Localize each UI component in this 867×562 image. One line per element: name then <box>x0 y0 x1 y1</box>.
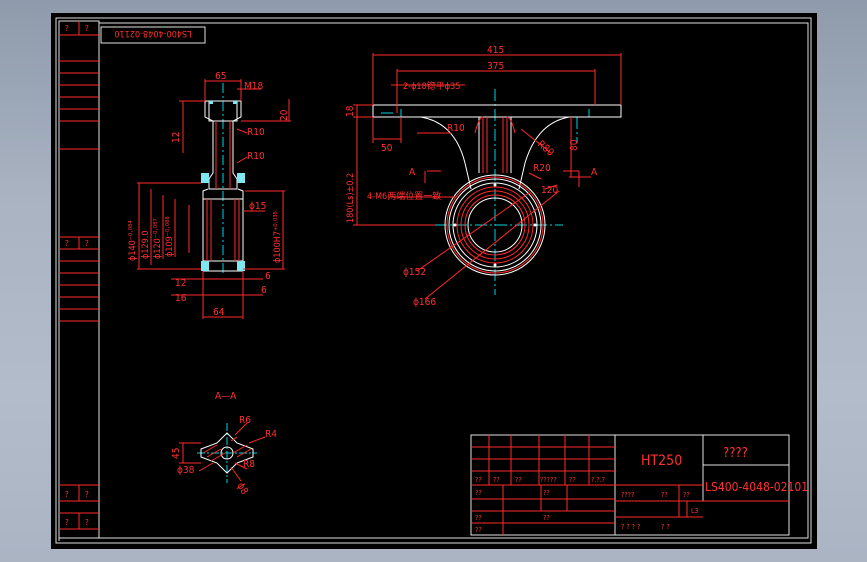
drawing-frame <box>55 17 812 544</box>
dim-12-bottom: 12 <box>175 278 186 289</box>
dim-r10-bottom: R10 <box>247 151 265 162</box>
dim-50: 50 <box>381 143 393 154</box>
part-name: ???? <box>723 446 748 461</box>
title-row-label: ?? <box>569 476 576 484</box>
dim-phi166: ϕ166 <box>413 297 436 308</box>
dim-phi100: ϕ100H7⁺⁰·⁰³⁵ <box>273 211 283 263</box>
title-row-label: ?? <box>475 476 482 484</box>
dim-r4: R4 <box>265 429 277 440</box>
front-view: 415 375 2-ϕ18锪平ϕ35 18 50 R10 R80 80 R20 … <box>345 45 622 308</box>
title-row-label: ?? <box>493 476 500 484</box>
dim-r80: R80 <box>535 139 556 159</box>
title-row-label: ????? <box>540 476 557 484</box>
dim-height: 180(Ls)±0.2 <box>346 173 356 223</box>
dim-6a: 6 <box>265 271 271 282</box>
strip-mark: ? <box>65 239 69 248</box>
dim-phi109: ϕ109⁻⁰·⁰⁸⁸ <box>165 216 175 257</box>
drawing-number-tab-text: LS400-4048-02110 <box>114 28 191 38</box>
section-label: A—A <box>215 391 237 402</box>
dim-phi152: ϕ152 <box>403 267 426 278</box>
dim-6b: 6 <box>261 285 267 296</box>
dim-65: 65 <box>215 71 226 82</box>
dim-12: 12 <box>171 132 182 143</box>
strip-mark: ? <box>85 518 89 527</box>
dim-r8: R8 <box>243 459 255 470</box>
dim-phi15: ϕ15 <box>249 201 266 212</box>
dim-64: 64 <box>213 307 225 318</box>
drawing-canvas: ? ? ? ? ? ? ? ? LS400-4048-02110 65 M18 … <box>55 17 812 544</box>
side-view: 65 M18 12 20 R10 R10 ϕ15 ϕ140⁻⁰·⁰⁸⁴ ϕ129… <box>128 71 291 319</box>
dim-phi120: ϕ120⁻⁰·⁰⁸⁷ <box>153 218 163 259</box>
view-letter-a-right: A <box>591 167 598 178</box>
dim-m18: M18 <box>244 81 263 92</box>
scale-label: L3 <box>691 507 699 515</box>
stage-label: ???? <box>621 491 634 499</box>
left-strip-marks: ? ? ? ? ? ? ? ? <box>65 24 89 527</box>
dim-phi8: ϕ8 <box>234 481 249 497</box>
dim-r10-top: R10 <box>247 127 265 138</box>
title-row-label: ?.?.? <box>591 476 605 484</box>
view-letter-a-left: A <box>409 167 416 178</box>
dim-375: 375 <box>487 61 504 72</box>
dim-phi38: ϕ38 <box>177 465 195 476</box>
dim-m6: 4-M6两端位置一致 <box>367 190 441 202</box>
title-mid-label: ?? <box>543 514 550 522</box>
title-left-label: ?? <box>475 489 482 497</box>
strip-mark: ? <box>65 24 69 33</box>
title-row-label: ?? <box>515 476 522 484</box>
strip-mark: ? <box>65 490 69 499</box>
dim-r6: R6 <box>239 415 251 426</box>
drawing-number-tab: LS400-4048-02110 <box>100 26 206 44</box>
dim-r10-front: R10 <box>447 123 465 134</box>
sheet-total: ? ? <box>661 523 670 531</box>
strip-mark: ? <box>85 24 89 33</box>
title-left-label: ?? <box>475 526 482 534</box>
dim-80: 80 <box>569 139 580 151</box>
cad-drawing-viewport[interactable]: ? ? ? ? ? ? ? ? LS400-4048-02110 65 M18 … <box>51 13 817 549</box>
dim-r20: R20 <box>533 163 551 174</box>
drawing-no: LS400-4048-02101 <box>705 480 808 494</box>
strip-mark: ? <box>85 490 89 499</box>
dim-415: 415 <box>487 45 504 56</box>
dim-45: 45 <box>171 448 182 459</box>
title-left-label: ?? <box>475 514 482 522</box>
strip-mark: ? <box>65 518 69 527</box>
dim-120: 120 <box>541 185 558 196</box>
section-a-a: A—A R6 R4 45 R8 ϕ38 ϕ8 <box>171 391 277 497</box>
strip-mark: ? <box>85 239 89 248</box>
dim-phi140: ϕ140⁻⁰·⁰⁸⁴ <box>128 220 138 261</box>
left-strip <box>58 20 100 539</box>
dim-phi129: ϕ129.0 <box>141 230 151 259</box>
sheet-label: ? ? ? ? <box>621 523 640 531</box>
dim-18: 18 <box>345 105 356 117</box>
stage-cell: ?? <box>683 491 690 499</box>
material: HT250 <box>641 453 682 469</box>
dim-20: 20 <box>279 109 290 121</box>
dim-16: 16 <box>175 293 187 304</box>
dim-holes: 2-ϕ18锪平ϕ35 <box>403 80 460 92</box>
stage-cell: ?? <box>661 491 668 499</box>
title-mid-label: ?? <box>543 489 550 497</box>
